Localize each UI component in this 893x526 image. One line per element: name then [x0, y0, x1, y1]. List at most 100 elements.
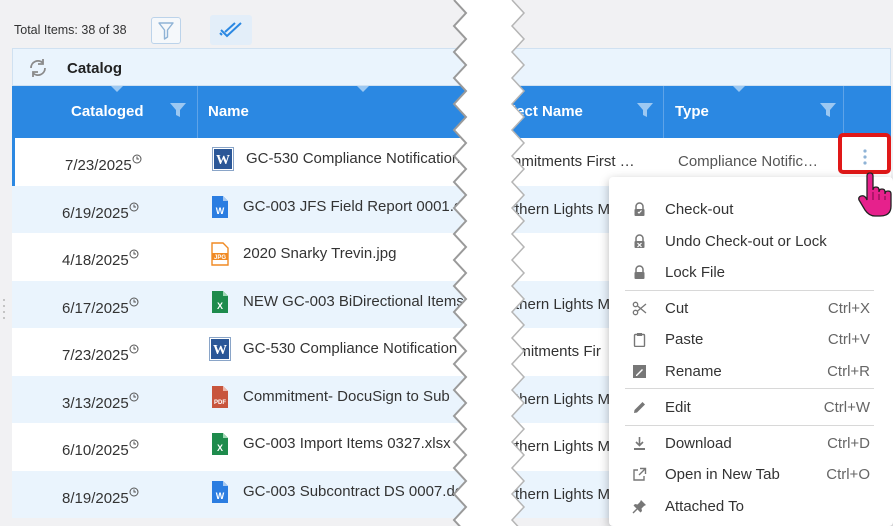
menu-item-open-in-new-tab[interactable]: Open in New Tab Ctrl+O [609, 459, 893, 490]
menu-item-cut[interactable]: Cut Ctrl+X [609, 293, 893, 324]
column-header-type[interactable]: Type [675, 103, 709, 120]
column-divider [663, 86, 664, 138]
svg-text:X: X [217, 301, 223, 311]
menu-item-rename[interactable]: Rename Ctrl+R [609, 356, 893, 387]
clock-icon [129, 297, 139, 310]
refresh-icon[interactable] [27, 57, 49, 79]
select-all-button[interactable] [210, 15, 252, 45]
row-context-menu: Check-out Undo Check-out or Lock Lock File… [609, 177, 893, 526]
word-doc-icon: W [212, 147, 234, 171]
cataloged-date: 6/17/2025 [62, 299, 129, 317]
svg-text:X: X [217, 443, 223, 453]
file-name-cell[interactable]: GC-003 Import Items 0327.xlsx [243, 435, 468, 452]
menu-item-label: Edit [665, 399, 691, 416]
cataloged-date-cell: 6/19/2025 [62, 202, 139, 222]
column-filter-icon[interactable] [169, 101, 187, 119]
menu-item-label: Cut [665, 300, 689, 317]
column-filter-icon[interactable] [819, 101, 837, 119]
menu-item-undo-check-out-or-lock[interactable]: Undo Check-out or Lock [609, 226, 893, 257]
column-header-project-name[interactable]: ject Name [512, 103, 583, 120]
open-external-icon [632, 467, 647, 482]
menu-item-label: Open in New Tab [665, 466, 780, 483]
sort-indicator [733, 86, 745, 92]
menu-item-shortcut: Ctrl+V [827, 331, 870, 348]
cataloged-date: 7/23/2025 [62, 347, 129, 364]
menu-item-shortcut: Ctrl+X [827, 300, 870, 317]
menu-item-label: Paste [665, 331, 704, 348]
lock-undo-icon [632, 234, 647, 249]
menu-item-paste[interactable]: Paste Ctrl+V [609, 324, 893, 355]
menu-item-label: Download [665, 435, 732, 452]
excel-icon: X [209, 432, 231, 456]
menu-item-lock-file[interactable]: Lock File [609, 257, 893, 288]
column-header-name[interactable]: Name [208, 103, 249, 120]
svg-text:W: W [216, 153, 230, 168]
file-name-cell[interactable]: 2020 Snarky Trevin.jpg [243, 245, 468, 262]
jpg-icon: JPG [209, 242, 231, 266]
word-docx-icon: W [209, 480, 231, 504]
grid-header: Cataloged Name ject Name Type [12, 86, 891, 138]
menu-item-check-out[interactable]: Check-out [609, 194, 893, 225]
scissors-icon [632, 301, 647, 316]
clock-icon [132, 154, 142, 167]
file-name-cell[interactable]: Commitment- DocuSign to Sub [243, 388, 468, 405]
word-docx-icon: W [209, 195, 231, 219]
menu-item-label: Undo Check-out or Lock [665, 233, 827, 250]
pencil-icon [632, 400, 647, 415]
clock-icon [129, 249, 139, 262]
svg-text:PDF: PDF [214, 400, 226, 406]
column-divider [843, 86, 844, 138]
cataloged-date: 4/18/2025 [62, 252, 129, 269]
lock-icon [632, 265, 647, 280]
menu-item-label: Attached To [665, 498, 744, 515]
kebab-menu-icon[interactable] [863, 149, 867, 165]
column-header-cataloged[interactable]: Cataloged [71, 103, 144, 120]
cataloged-date-cell: 3/13/2025 [62, 392, 139, 412]
menu-divider [625, 425, 874, 426]
svg-text:W: W [213, 343, 227, 358]
double-check-icon [219, 22, 242, 38]
cataloged-date-cell: 4/18/2025 [62, 249, 139, 269]
menu-item-attached-to[interactable]: Attached To [609, 491, 893, 522]
catalog-label: Catalog [67, 60, 123, 77]
file-name-cell[interactable]: GC-530 Compliance Notification [246, 150, 471, 167]
project-name-cell: nmitments First … [513, 153, 633, 170]
menu-item-shortcut: Ctrl+W [823, 399, 870, 416]
pdf-icon: PDF [209, 385, 231, 409]
column-filter-icon[interactable] [636, 101, 654, 119]
excel-icon: X [209, 290, 231, 314]
file-name-cell[interactable]: GC-003 JFS Field Report 0001.docx [243, 198, 468, 215]
total-items-label: Total Items: 38 of 38 [14, 23, 127, 37]
word-doc-icon: W [209, 337, 231, 361]
type-cell: Compliance Notific… [678, 153, 819, 170]
cataloged-date-cell: 6/17/2025 [62, 297, 139, 317]
cataloged-date-cell: 7/23/2025 [62, 344, 139, 364]
file-name-cell[interactable]: NEW GC-003 BiDirectional Items [243, 293, 468, 310]
svg-text:W: W [216, 206, 225, 216]
file-name-cell[interactable]: GC-530 Compliance Notification [243, 340, 468, 357]
menu-divider [625, 388, 874, 389]
menu-item-label: Rename [665, 363, 722, 380]
cataloged-date: 6/10/2025 [62, 442, 129, 459]
svg-text:JPG: JPG [214, 255, 226, 261]
cataloged-date: 3/13/2025 [62, 394, 129, 412]
menu-item-download[interactable]: Download Ctrl+D [609, 428, 893, 459]
menu-item-label: Lock File [665, 264, 726, 281]
column-divider [197, 86, 198, 138]
clock-icon [129, 202, 139, 215]
lock-checkout-icon [632, 202, 647, 217]
clock-icon [129, 344, 139, 357]
cataloged-date: 6/19/2025 [62, 204, 129, 222]
cataloged-date-cell: 8/19/2025 [62, 487, 139, 507]
filter-toggle-button[interactable] [151, 17, 181, 44]
file-name-cell[interactable]: GC-003 Subcontract DS 0007.docx [243, 483, 468, 500]
sort-indicator [357, 86, 369, 92]
cataloged-date: 7/23/2025 [65, 157, 132, 174]
menu-item-edit[interactable]: Edit Ctrl+W [609, 392, 893, 423]
resize-grip-icon[interactable] [2, 296, 6, 324]
menu-item-label: Check-out [665, 201, 734, 218]
svg-text:W: W [216, 491, 225, 501]
download-icon [632, 436, 647, 451]
clipboard-icon [632, 332, 647, 348]
catalog-group-bar: Catalog [12, 48, 891, 86]
